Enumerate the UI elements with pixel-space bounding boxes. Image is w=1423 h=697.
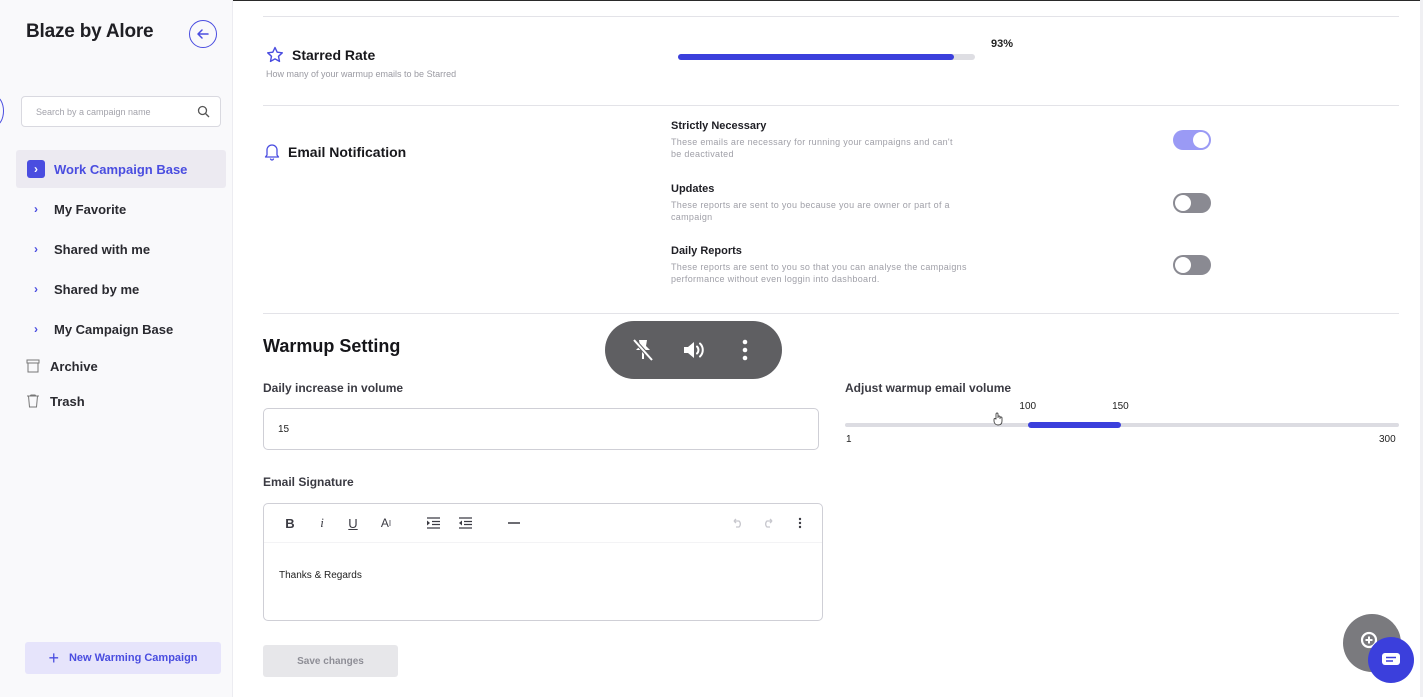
notification-strictly-necessary: Strictly Necessary These emails are nece… — [671, 120, 991, 160]
starred-rate-progress-fill — [678, 54, 955, 60]
new-campaign-label: New Warming Campaign — [68, 652, 198, 664]
search-input[interactable] — [22, 97, 192, 126]
pin-off-icon[interactable] — [625, 332, 661, 368]
toggle-strictly-necessary[interactable] — [1173, 130, 1211, 150]
chevron-right-icon: › — [27, 160, 45, 178]
warmup-volume-label: Adjust warmup email volume — [845, 381, 1012, 395]
signature-text[interactable]: Thanks & Regards — [279, 570, 362, 581]
email-notification-title: Email Notification — [288, 144, 407, 160]
more-icon[interactable] — [794, 514, 806, 532]
chevron-right-icon: › — [34, 202, 38, 216]
slider-selected-range[interactable] — [1028, 422, 1122, 428]
toggle-knob — [1175, 195, 1191, 211]
sidebar-item-label: Archive — [50, 358, 98, 374]
text-size-icon[interactable]: AI — [377, 514, 395, 532]
undo-icon[interactable] — [729, 514, 745, 532]
starred-rate-subtitle: How many of your warmup emails to be Sta… — [266, 69, 457, 79]
arrow-left-icon — [197, 29, 209, 39]
toggle-knob — [1175, 257, 1191, 273]
warmup-volume-slider[interactable] — [845, 422, 1399, 428]
brand-title: Blaze by Alore — [26, 21, 154, 42]
notification-daily-reports: Daily Reports These reports are sent to … — [671, 245, 991, 285]
save-changes-button[interactable]: Save changes — [263, 645, 398, 677]
notification-updates: Updates These reports are sent to you be… — [671, 183, 991, 223]
new-warming-campaign-button[interactable]: + New Warming Campaign — [25, 642, 221, 674]
horizontal-rule-icon[interactable] — [507, 514, 521, 532]
campaign-search[interactable] — [21, 96, 221, 127]
bold-icon[interactable]: B — [282, 514, 298, 532]
collapse-sidebar-button[interactable] — [189, 20, 217, 48]
email-signature-editor[interactable]: B i U AI Thanks & Regards — [263, 503, 823, 621]
divider — [263, 16, 1399, 17]
sidebar-item-my-favorite[interactable]: › My Favorite — [16, 190, 226, 228]
sidebar-item-label: My Favorite — [54, 201, 127, 217]
hand-cursor-icon — [993, 412, 1003, 426]
daily-increase-label: Daily increase in volume — [263, 381, 404, 395]
divider — [263, 313, 1399, 314]
bell-icon — [264, 144, 280, 161]
sidebar-item-label: My Campaign Base — [54, 321, 174, 337]
notification-description: These emails are necessary for running y… — [671, 137, 953, 159]
notification-description: These reports are sent to you because yo… — [671, 200, 950, 222]
divider — [263, 105, 1399, 106]
plus-icon: + — [48, 648, 59, 668]
sidebar-item-my-campaign-base[interactable]: › My Campaign Base — [16, 310, 226, 348]
edge-indicator — [0, 96, 4, 126]
sidebar-item-archive[interactable]: Archive — [25, 358, 98, 374]
sidebar-item-label: Trash — [50, 393, 85, 409]
indent-icon[interactable] — [425, 514, 441, 532]
toggle-knob — [1193, 132, 1209, 148]
slider-max-label: 300 — [1379, 434, 1396, 445]
sidebar-item-shared-with-me[interactable]: › Shared with me — [16, 230, 226, 268]
daily-increase-input[interactable] — [263, 408, 819, 450]
redo-icon[interactable] — [761, 514, 777, 532]
sidebar: Blaze by Alore › Work Campaign Base › My… — [0, 0, 233, 697]
search-icon[interactable] — [197, 105, 210, 123]
toggle-updates[interactable] — [1173, 193, 1211, 213]
starred-rate-percent: 93% — [991, 38, 1014, 50]
notification-title: Strictly Necessary — [671, 120, 767, 132]
chevron-right-icon: › — [34, 322, 38, 336]
italic-icon[interactable]: i — [314, 514, 330, 532]
more-options-icon[interactable] — [727, 332, 763, 368]
outdent-icon[interactable] — [457, 514, 473, 532]
sidebar-item-label: Shared by me — [54, 281, 140, 297]
chat-button[interactable] — [1368, 637, 1414, 683]
chat-icon — [1382, 653, 1400, 665]
chevron-right-icon: › — [34, 242, 38, 256]
underline-icon[interactable]: U — [345, 514, 361, 532]
volume-icon[interactable] — [676, 332, 712, 368]
slider-min-label: 1 — [846, 434, 852, 445]
toggle-daily-reports[interactable] — [1173, 255, 1211, 275]
sidebar-item-shared-by-me[interactable]: › Shared by me — [16, 270, 226, 308]
sidebar-item-label: Shared with me — [54, 241, 151, 257]
sidebar-item-trash[interactable]: Trash — [25, 393, 85, 409]
notification-title: Daily Reports — [671, 245, 742, 257]
toolbar-divider — [264, 542, 822, 543]
notification-title: Updates — [671, 183, 715, 195]
notification-description: These reports are sent to you so that yo… — [671, 262, 967, 284]
chevron-right-icon: › — [34, 282, 38, 296]
sidebar-item-work-campaign-base[interactable]: › Work Campaign Base — [16, 150, 226, 188]
slider-high-value: 150 — [1112, 401, 1129, 412]
archive-icon — [26, 359, 40, 373]
starred-rate-progress — [678, 54, 975, 60]
sidebar-item-label: Work Campaign Base — [54, 161, 188, 177]
media-controls-overlay — [605, 321, 782, 379]
email-signature-label: Email Signature — [263, 475, 354, 489]
star-icon — [267, 46, 283, 63]
warmup-setting-title: Warmup Setting — [263, 336, 401, 356]
starred-rate-title: Starred Rate — [292, 47, 376, 63]
trash-icon — [27, 394, 39, 408]
slider-low-value: 100 — [1019, 401, 1037, 412]
